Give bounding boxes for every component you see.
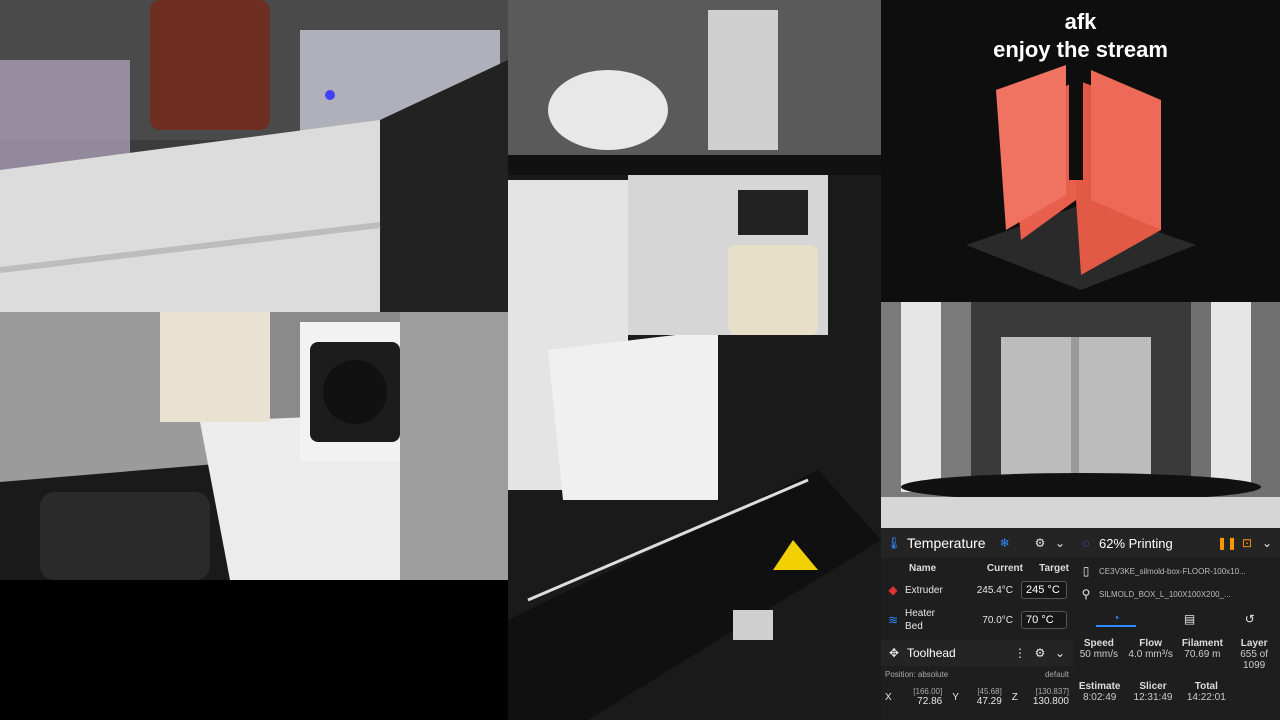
gear-icon[interactable]: ⚙ xyxy=(1033,536,1047,550)
file-name-2: SILMOLD_BOX_L_100X100X200_... xyxy=(1099,589,1231,599)
estimate-label: Estimate xyxy=(1078,681,1121,692)
position-mode: Position: absolute xyxy=(885,669,949,679)
toolhead-title: Toolhead xyxy=(907,646,956,660)
stats-row: Speed 50 mm/s Flow 4.0 mm³/s Filament 70.69… xyxy=(1073,638,1280,671)
status-title: 62% Printing xyxy=(1099,535,1173,551)
temperature-panel: 🌡 Temperature ❄ ⚙ ⌄ Name Current Target … xyxy=(881,528,1073,720)
x-label: X xyxy=(885,691,892,703)
bed-name: Heater Bed xyxy=(905,608,936,632)
temperature-header: 🌡 Temperature ❄ ⚙ ⌄ xyxy=(881,528,1073,558)
toolhead-header: ✥ Toolhead ⋮ ⚙ ⌄ xyxy=(881,640,1073,666)
camera-feed-hotend-closeup xyxy=(0,0,508,312)
file-icon: ▯ xyxy=(1082,564,1090,578)
toolhead-chevron-icon[interactable]: ⌄ xyxy=(1053,646,1067,660)
slicer-label: Slicer xyxy=(1139,681,1167,692)
toolhead-positions: X [166.00] 72.86 Y [45.68] 47.29 Z [130.83… xyxy=(881,682,1073,712)
bed-target-input[interactable]: 70 °C xyxy=(1021,611,1067,629)
column-target: Target xyxy=(1039,562,1069,574)
toolhead-profile: default xyxy=(1044,669,1069,679)
x-position[interactable]: [166.00] 72.86 xyxy=(899,687,942,707)
extruder-row: ◆ Extruder 245.4°C 245 °C xyxy=(881,578,1073,602)
column-name: Name xyxy=(909,562,937,574)
more-vert-icon[interactable]: ⋮ xyxy=(1013,646,1027,660)
speed-label: Speed xyxy=(1083,638,1114,649)
extruder-name: Extruder xyxy=(905,584,943,596)
times-row: Estimate 8:02:49 Slicer 12:31:49 Total 14:2… xyxy=(1073,681,1233,703)
status-header: ◌ 62% Printing ❚❚ ⊡ ⌄ xyxy=(1073,528,1280,558)
print-status-panel: ◌ 62% Printing ❚❚ ⊡ ⌄ ▯ CE3V3KE_silmold-… xyxy=(1073,528,1280,720)
stream-overlay-line2: enjoy the stream xyxy=(993,37,1168,62)
status-tabs: ◔ ▤ ↺ xyxy=(1073,604,1280,634)
flow-label: Flow xyxy=(1139,638,1163,649)
file-name-1: CE3V3KE_silmold-box-FLOOR-100x10... xyxy=(1099,566,1246,576)
status-chevron-icon[interactable]: ⌄ xyxy=(1260,536,1274,550)
chevron-down-icon[interactable]: ⌄ xyxy=(1053,536,1067,550)
speed-value: 50 mm/s xyxy=(1079,649,1119,660)
filament-label: Filament xyxy=(1181,638,1223,649)
camera-feed-side-view xyxy=(0,312,508,580)
flow-value: 4.0 mm³/s xyxy=(1128,649,1173,660)
filament-value: 70.69 m xyxy=(1184,649,1221,660)
stop-icon[interactable]: ⊡ xyxy=(1240,536,1254,550)
progress-ring-icon: ◌ xyxy=(1082,536,1090,550)
z-position[interactable]: [130.837] 130.800 xyxy=(1025,687,1069,707)
stream-overlay-line1: afk xyxy=(1064,9,1097,34)
layer-label: Layer xyxy=(1240,638,1268,649)
file-row-1: ▯ CE3V3KE_silmold-box-FLOOR-100x10... xyxy=(1073,558,1280,584)
toolhead-gear-icon[interactable]: ⚙ xyxy=(1033,646,1047,660)
extruder-target-input[interactable]: 245 °C xyxy=(1021,581,1067,599)
gauge-icon[interactable]: ◔ xyxy=(1096,611,1137,627)
total-value: 14:22:01 xyxy=(1186,692,1226,703)
y-label: Y xyxy=(952,691,959,703)
file-tab-icon[interactable]: ▤ xyxy=(1182,612,1196,626)
temperature-title: Temperature xyxy=(907,535,986,551)
history-icon[interactable]: ↺ xyxy=(1243,612,1257,626)
snowflake-icon[interactable]: ❄ xyxy=(998,536,1012,550)
camera-feed-front-view xyxy=(881,302,1280,528)
move-icon: ✥ xyxy=(888,646,900,660)
heater-bed-icon: ≋ xyxy=(887,613,899,627)
z-label: Z xyxy=(1011,691,1018,703)
bed-row: ≋ Heater Bed 70.0°C 70 °C xyxy=(881,602,1073,638)
slicer-value: 12:31:49 xyxy=(1133,692,1173,703)
spool-icon: ⚲ xyxy=(1081,587,1091,601)
pause-icon[interactable]: ❚❚ xyxy=(1217,536,1237,550)
y-position[interactable]: [45.68] 47.29 xyxy=(966,687,1002,707)
extruder-current: 245.4°C xyxy=(976,584,1013,596)
camera-feed-printer-top xyxy=(508,0,881,720)
layer-value: 655 of 1099 xyxy=(1240,649,1269,671)
total-label: Total xyxy=(1194,681,1218,692)
bed-current: 70.0°C xyxy=(982,614,1013,626)
column-current: Current xyxy=(986,562,1023,574)
file-row-2: ⚲ SILMOLD_BOX_L_100X100X200_... xyxy=(1073,584,1280,604)
thermometer-icon: 🌡 xyxy=(886,536,902,550)
estimate-value: 8:02:49 xyxy=(1082,692,1117,703)
print-preview-3d: afk enjoy the stream xyxy=(881,0,1280,302)
extruder-icon: ◆ xyxy=(888,583,898,597)
